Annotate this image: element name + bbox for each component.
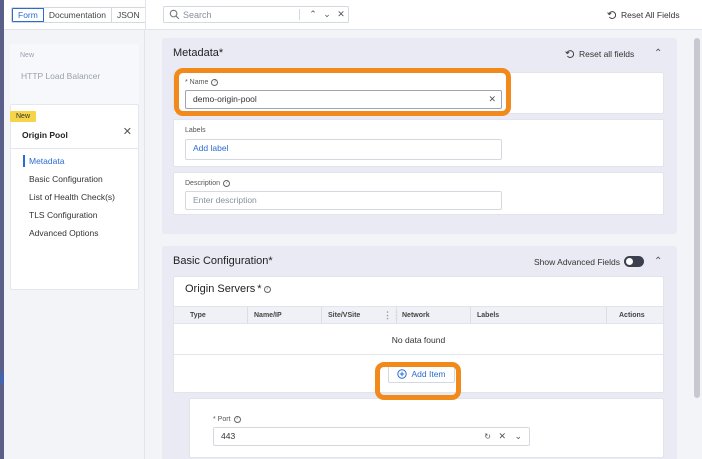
clear-icon[interactable]: ✕ [498, 428, 506, 445]
new-badge: New [20, 52, 35, 59]
empty-table-message: No data found [174, 325, 663, 355]
main-form: Metadata* Reset all fields ⌃ * Name? dem… [146, 30, 692, 459]
info-icon: ? [263, 285, 271, 293]
sidebar-card-title: Origin Pool [22, 130, 68, 140]
sidebar-item-basic-configuration[interactable]: Basic Configuration [23, 173, 115, 191]
table-header: Type Name/IP Site/VSite ⋮⋮ Network Label… [174, 306, 663, 324]
sidebar-item-metadata[interactable]: Metadata [23, 155, 115, 173]
show-advanced-label: Show Advanced Fields [534, 256, 620, 267]
description-label: Description? [185, 180, 231, 187]
column-header-network[interactable]: Network [402, 307, 430, 324]
column-header-actions[interactable]: Actions [619, 307, 645, 324]
column-header-type[interactable]: Type [190, 307, 206, 324]
reset-all-label: Reset All Fields [621, 9, 680, 20]
close-icon[interactable]: ✕ [335, 8, 347, 21]
highlight-add-item [375, 362, 461, 400]
collapse-chevron-icon[interactable]: ⌃ [654, 257, 664, 267]
tab-json[interactable]: JSON [112, 8, 145, 22]
show-advanced-fields-toggle[interactable]: Show Advanced Fields [534, 256, 644, 267]
chevron-down-icon[interactable]: ⌄ [514, 428, 522, 445]
scrollbar-thumb[interactable] [694, 38, 700, 398]
port-input[interactable]: 443 ↻ ✕ ⌄ [213, 427, 530, 446]
refresh-icon[interactable]: ↻ [484, 428, 491, 445]
sidebar-item-tls-configuration[interactable]: TLS Configuration [23, 209, 115, 227]
tab-form[interactable]: Form [12, 8, 44, 22]
info-icon: ? [233, 416, 241, 423]
reset-icon [565, 50, 575, 58]
sidebar: New HTTP Load Balancer New Origin Pool ✕… [4, 30, 145, 459]
description-placeholder: Enter description [193, 195, 257, 205]
column-header-site-vsite[interactable]: Site/VSite [328, 307, 360, 324]
reset-section-label: Reset all fields [579, 49, 635, 59]
new-badge: New [10, 111, 37, 122]
sidebar-card-title: HTTP Load Balancer [21, 71, 101, 81]
reset-section-button[interactable]: Reset all fields [565, 49, 634, 59]
chevron-up-icon[interactable]: ⌃ [307, 8, 319, 21]
scrollbar[interactable] [692, 30, 702, 459]
close-icon[interactable]: ✕ [123, 125, 132, 138]
highlight-name-field [174, 68, 511, 116]
section-title: Metadata* [173, 47, 224, 59]
top-toolbar: Form Documentation JSON ⌃ ⌄ ✕ Reset All … [4, 0, 702, 30]
description-input[interactable]: Enter description [185, 191, 502, 210]
divider [145, 0, 146, 30]
origin-servers-title: Origin Servers *? [185, 283, 271, 295]
sidebar-item-advanced-options[interactable]: Advanced Options [23, 227, 115, 245]
chevron-down-icon[interactable]: ⌄ [321, 8, 333, 21]
labels-label: Labels [185, 127, 206, 134]
column-header-labels[interactable]: Labels [477, 307, 499, 324]
port-field-card: * Port? 443 ↻ ✕ ⌄ [189, 398, 664, 458]
view-tabs: Form Documentation JSON [11, 7, 146, 23]
sidebar-item-health-checks[interactable]: List of Health Check(s) [23, 191, 115, 209]
toggle-switch[interactable] [624, 256, 644, 267]
port-value: 443 [221, 431, 236, 441]
add-label-field[interactable]: Add label [185, 139, 502, 160]
section-nav: Metadata Basic Configuration List of Hea… [23, 155, 115, 245]
basic-configuration-section: Basic Configuration* Show Advanced Field… [162, 246, 677, 459]
info-icon: ? [223, 180, 231, 187]
collapse-chevron-icon[interactable]: ⌃ [654, 49, 664, 59]
section-title: Basic Configuration* [173, 255, 273, 267]
add-label-link[interactable]: Add label [193, 143, 228, 153]
port-label: * Port? [213, 416, 241, 423]
search-input[interactable] [183, 8, 293, 21]
description-field-card: Description? Enter description [173, 172, 664, 215]
search-icon [169, 9, 180, 20]
drag-handle-icon[interactable]: ⋮⋮ [383, 307, 401, 324]
column-header-name-ip[interactable]: Name/IP [254, 307, 282, 324]
tab-documentation[interactable]: Documentation [43, 8, 113, 22]
sidebar-card-origin-pool: New Origin Pool ✕ Metadata Basic Configu… [10, 104, 139, 290]
search-box[interactable]: ⌃ ⌄ ✕ [163, 6, 349, 23]
reset-icon [607, 10, 617, 19]
labels-field-card: Labels Add label [173, 119, 664, 167]
reset-all-fields-button[interactable]: Reset All Fields [607, 8, 680, 21]
